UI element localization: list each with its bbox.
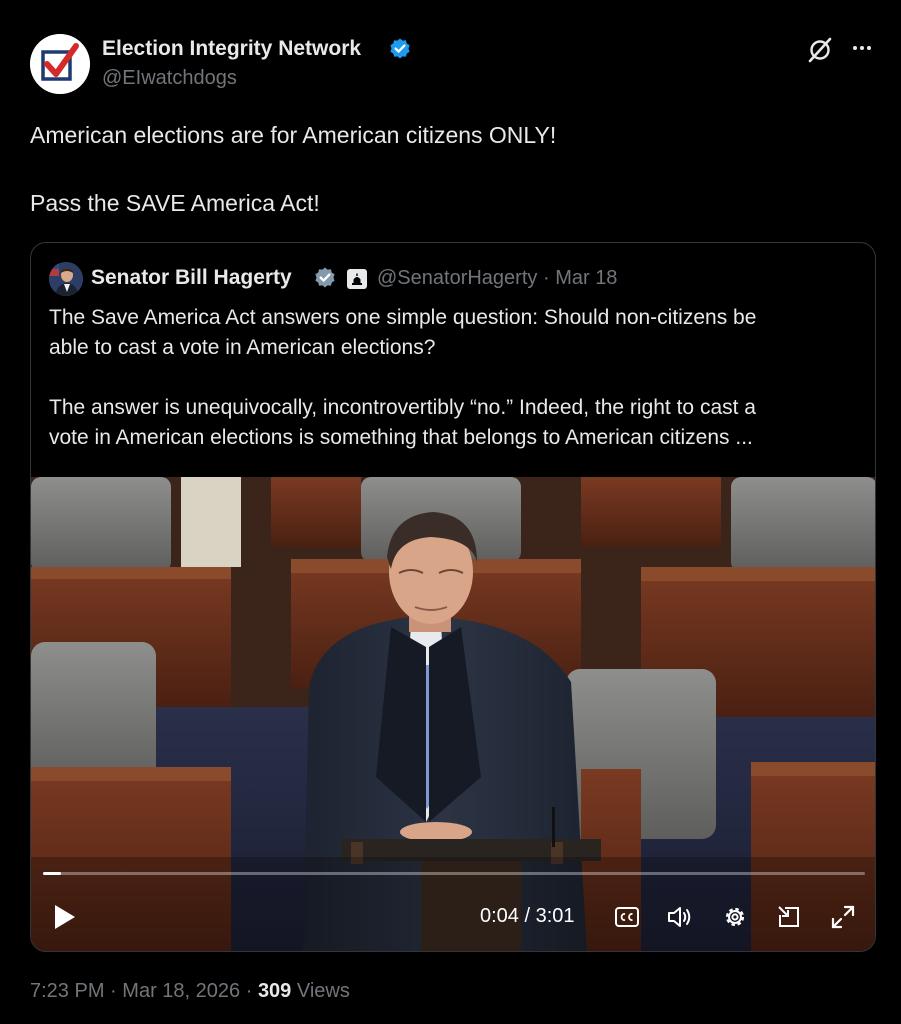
settings-icon[interactable] [721,903,749,931]
post-time[interactable]: 7:23 PM [30,980,104,1002]
more-icon[interactable] [848,34,876,62]
us-government-affiliation-icon [347,269,367,289]
fullscreen-icon[interactable] [829,903,857,931]
post-text: American elections are for American citi… [30,118,870,220]
picture-in-picture-icon[interactable] [775,903,803,931]
quoted-text-line: The Save America Act answers one simple … [49,306,757,329]
quoted-author-handle[interactable]: @SenatorHagerty [377,267,537,289]
separator: · [542,267,550,289]
separator: · [110,980,117,1002]
author-name[interactable]: Election Integrity Network [102,37,361,61]
author-handle[interactable]: @EIwatchdogs [102,67,237,90]
video-progress-bar[interactable] [43,872,865,875]
quoted-text-line: able to cast a vote in American election… [49,336,436,359]
quoted-post[interactable]: Senator Bill Hagerty @SenatorHagerty · M… [30,242,876,952]
quoted-date[interactable]: Mar 18 [555,267,617,289]
views-count: 309 [257,980,292,1002]
post-date[interactable]: Mar 18, 2026 [122,980,240,1002]
government-verified-badge-icon [315,267,335,288]
video-frame [31,477,875,951]
post-text-line: American elections are for American citi… [30,122,557,148]
video-progress-fill [43,872,62,875]
volume-icon[interactable] [665,903,693,931]
quoted-text-line: The answer is unequivocally, incontrover… [49,396,756,419]
verified-badge-icon [390,38,410,59]
author-avatar[interactable] [30,34,90,94]
quoted-text-line: vote in American elections is something … [49,426,753,449]
video-time: 0:04 / 3:01 [480,905,575,927]
post-text-line: Pass the SAVE America Act! [30,190,320,216]
post: Election Integrity Network @EIwatchdogs … [0,0,901,1024]
captions-icon[interactable] [613,903,641,931]
views-label: Views [296,980,350,1002]
separator: · [245,980,253,1002]
senator-portrait [49,262,83,296]
capitol-dome-icon [352,273,362,285]
grok-icon[interactable] [806,36,834,64]
video-player[interactable]: 0:04 / 3:01 [31,477,875,951]
quoted-author-name[interactable]: Senator Bill Hagerty [91,266,292,290]
election-integrity-logo [30,34,90,94]
play-icon[interactable] [49,902,79,932]
quoted-author-avatar[interactable] [49,262,83,296]
post-metadata: 7:23 PM · Mar 18, 2026 · 309 Views [30,980,350,1003]
quoted-handle-and-date[interactable]: @SenatorHagerty · Mar 18 [377,267,617,290]
quoted-post-text: The Save America Act answers one simple … [49,303,859,453]
